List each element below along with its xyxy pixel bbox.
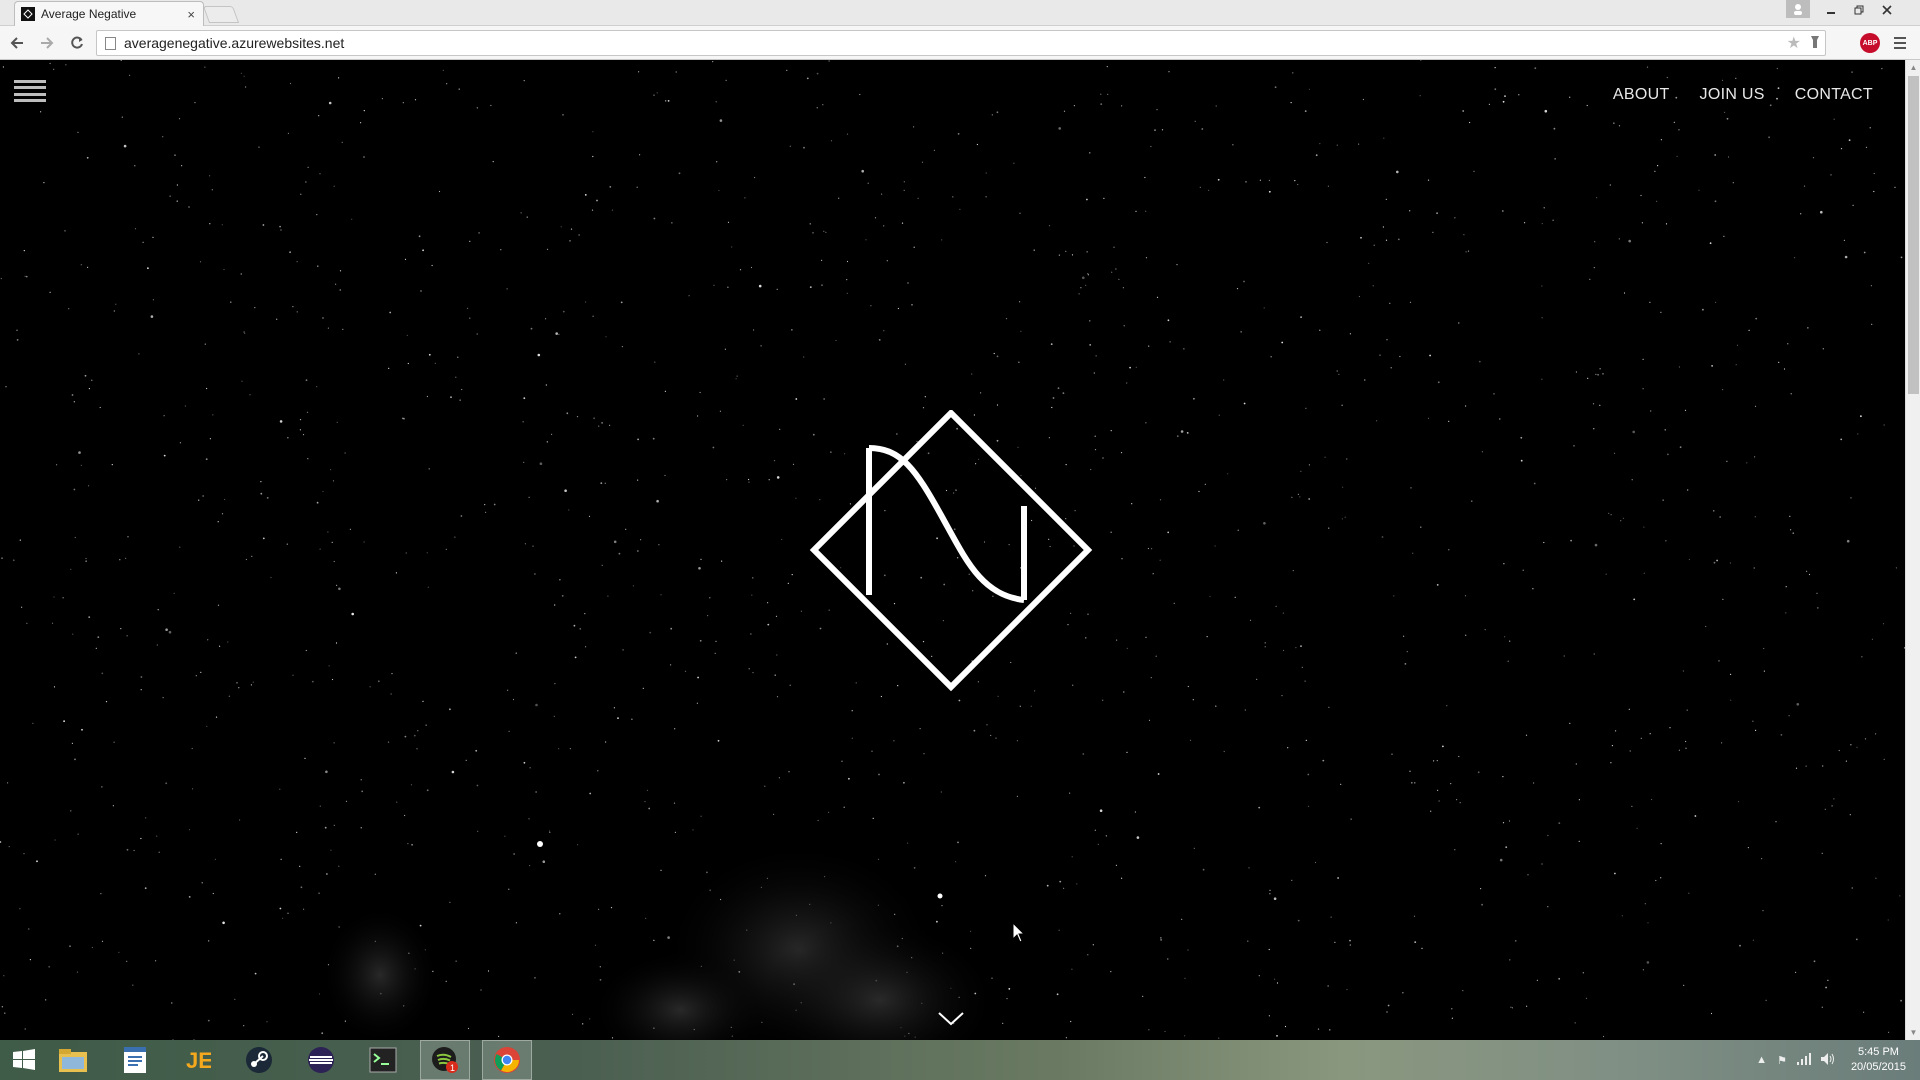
average-negative-logo-icon [809, 410, 1093, 692]
clock-date: 20/05/2015 [1850, 1061, 1906, 1073]
reload-icon [71, 36, 83, 48]
tab-title: Average Negative [41, 7, 137, 21]
page-icon [105, 36, 116, 50]
nebula-clouds [320, 840, 1000, 1040]
spotify-icon[interactable]: 1 [420, 1040, 470, 1080]
browser-title-bar: Average Negative × [0, 0, 1920, 26]
adblock-plus-icon[interactable]: ABP [1860, 33, 1880, 53]
forward-button[interactable] [34, 30, 60, 56]
eclipse-icon[interactable] [296, 1040, 346, 1080]
nav-about-link[interactable]: ABOUT [1613, 86, 1670, 104]
browser-toolbar: averagenegative.azurewebsites.net ★ ABP [0, 26, 1920, 60]
new-tab-button[interactable] [202, 6, 240, 23]
terminal-icon[interactable] [358, 1040, 408, 1080]
steam-icon[interactable] [234, 1040, 284, 1080]
system-tray: ▲ ⚑ 5:45 PM 20/05/2015 [1756, 1040, 1920, 1080]
scroll-up-arrow-icon[interactable]: ▲ [1906, 60, 1920, 75]
address-bar[interactable]: averagenegative.azurewebsites.net ★ [96, 30, 1826, 56]
chrome-icon[interactable] [482, 1040, 532, 1080]
jetbrains-icon[interactable]: JE [172, 1040, 222, 1080]
volume-icon[interactable] [1820, 1052, 1835, 1068]
menu-hamburger-icon[interactable] [14, 78, 46, 104]
mouse-cursor-icon [1012, 922, 1026, 943]
show-hidden-icons-icon[interactable]: ▲ [1756, 1054, 1767, 1066]
svg-text:JE: JE [186, 1048, 211, 1073]
windows-logo-icon [13, 1049, 35, 1070]
windows-start-button[interactable] [0, 1040, 48, 1080]
network-signal-icon[interactable] [1796, 1052, 1811, 1068]
file-explorer-icon[interactable] [48, 1040, 98, 1080]
browser-tab[interactable]: Average Negative × [14, 1, 204, 26]
reload-button[interactable] [64, 30, 90, 56]
extension-icon[interactable] [1809, 35, 1821, 52]
clock-time: 5:45 PM [1857, 1046, 1899, 1058]
back-button[interactable] [4, 30, 30, 56]
bookmark-star-icon[interactable]: ★ [1787, 33, 1801, 53]
notepad-icon[interactable] [110, 1040, 160, 1080]
chrome-menu-icon[interactable] [1890, 33, 1910, 53]
taskbar-clock[interactable]: 5:45 PM 20/05/2015 [1851, 1045, 1906, 1075]
close-window-button[interactable] [1874, 0, 1900, 20]
windows-taskbar: JE 1 ▲ ⚑ 5:45 PM 20/05/2015 [0, 1040, 1920, 1080]
top-nav: ABOUT JOIN US CONTACT [1613, 86, 1873, 104]
restore-window-button[interactable] [1846, 0, 1872, 20]
site-favicon-icon [21, 7, 35, 21]
profile-icon[interactable] [1786, 0, 1810, 18]
page-scrollbar[interactable]: ▲ ▼ [1905, 60, 1920, 1040]
tab-close-icon[interactable]: × [187, 7, 195, 22]
scrollbar-thumb[interactable] [1908, 76, 1919, 394]
arrow-right-icon [41, 36, 54, 49]
arrow-left-icon [10, 36, 23, 49]
minimize-window-button[interactable] [1818, 0, 1844, 20]
page-viewport: ABOUT JOIN US CONTACT [0, 60, 1905, 1040]
url-text[interactable]: averagenegative.azurewebsites.net [124, 35, 1787, 51]
svg-text:1: 1 [450, 1063, 455, 1073]
nav-contact-link[interactable]: CONTACT [1795, 86, 1873, 104]
nav-join-us-link[interactable]: JOIN US [1700, 86, 1765, 104]
action-center-flag-icon[interactable]: ⚑ [1777, 1054, 1787, 1067]
chevron-down-icon[interactable] [936, 1008, 966, 1028]
scroll-down-arrow-icon[interactable]: ▼ [1906, 1025, 1920, 1040]
